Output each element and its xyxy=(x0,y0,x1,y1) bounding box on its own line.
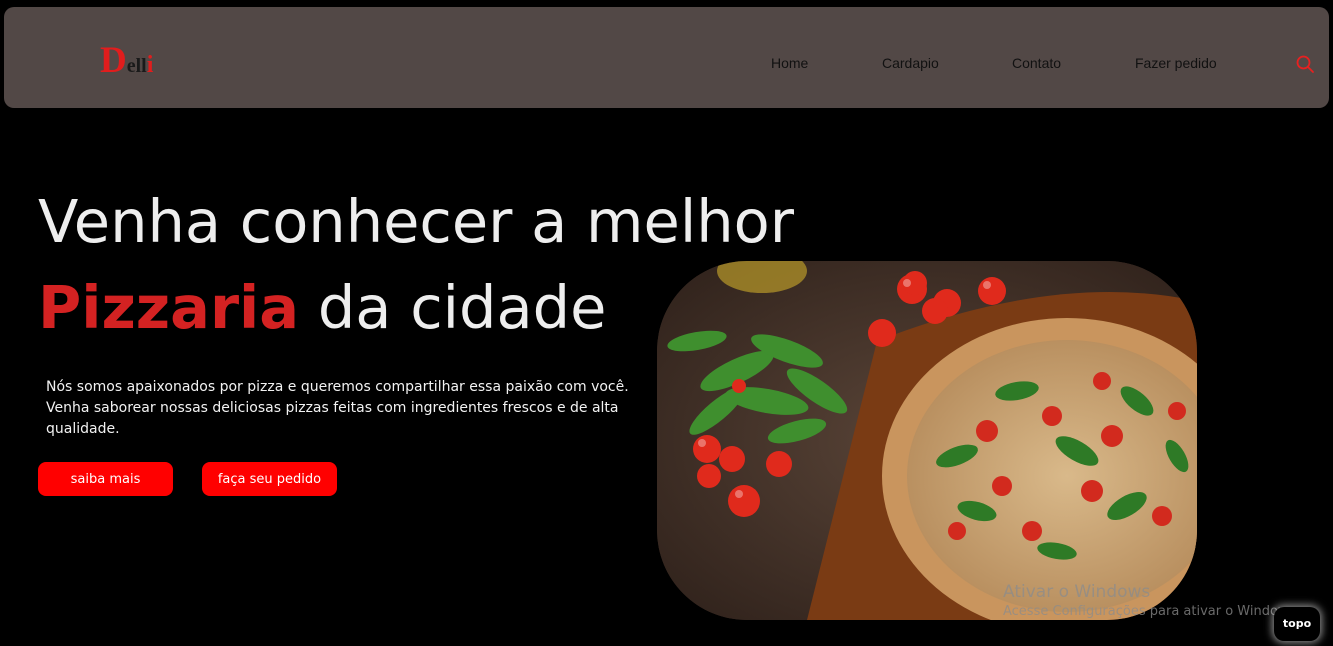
hero-title-line2: Pizzaria da cidade xyxy=(38,273,607,342)
nav-cardapio[interactable]: Cardapio xyxy=(882,55,939,71)
nav-home[interactable]: Home xyxy=(771,55,808,71)
logo-letter-i: i xyxy=(146,52,154,78)
hero-title-rest: da cidade xyxy=(299,273,607,342)
hero-description: Nós somos apaixonados por pizza e querem… xyxy=(46,379,629,437)
pizza-image xyxy=(657,261,1197,620)
hero-highlight: Pizzaria xyxy=(38,273,300,342)
search-icon[interactable] xyxy=(1294,53,1316,75)
hero-title-line1: Venha conhecer a melhor xyxy=(38,187,794,256)
nav-fazer-pedido[interactable]: Fazer pedido xyxy=(1135,55,1217,71)
faca-pedido-button[interactable]: faça seu pedido xyxy=(202,462,337,496)
windows-activation-text: Acesse Configurações para ativar o Windo… xyxy=(1003,604,1300,619)
logo-letter-d: D xyxy=(100,40,127,81)
windows-activation-title: Ativar o Windows xyxy=(1003,582,1151,602)
logo[interactable]: Delli xyxy=(100,42,153,79)
navbar: Delli Home Cardapio Contato Fazer pedido xyxy=(4,7,1329,108)
nav-contato[interactable]: Contato xyxy=(1012,55,1061,71)
back-to-top-button[interactable]: topo xyxy=(1274,607,1320,641)
logo-middle: ell xyxy=(126,55,147,77)
saiba-mais-button[interactable]: saiba mais xyxy=(38,462,173,496)
